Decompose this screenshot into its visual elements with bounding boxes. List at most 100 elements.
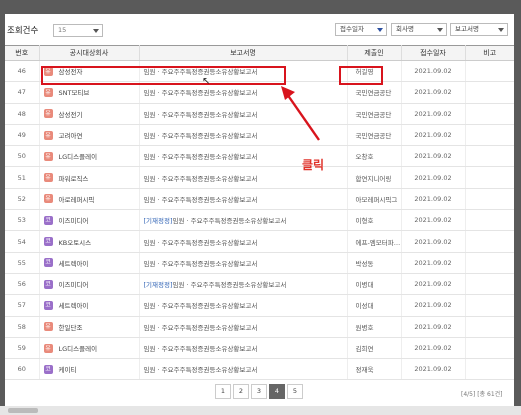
submitter-cell[interactable]: 합연지니어링 bbox=[347, 166, 402, 189]
date-cell: 2021.09.02 bbox=[401, 294, 466, 317]
page-button-1[interactable]: 1 bbox=[215, 384, 231, 399]
report-link[interactable]: 임원 · 주요주주특정증권등소유상황보고서 bbox=[144, 153, 258, 161]
page-button-3[interactable]: 3 bbox=[251, 384, 267, 399]
report-link[interactable]: 임원 · 주요주주특정증권등소유상황보고서 bbox=[173, 281, 287, 289]
note-cell bbox=[465, 230, 514, 253]
company-cell: 유 아로레퍼시픽 bbox=[39, 188, 140, 211]
market-badge-icon: 유 bbox=[43, 109, 53, 119]
company-link[interactable]: 고려아연 bbox=[59, 132, 83, 140]
report-link[interactable]: 임원 · 주요주주특정증권등소유상황보고서 bbox=[144, 89, 258, 97]
report-link[interactable]: 임원 · 주요주주특정증권등소유상황보고서 bbox=[144, 132, 258, 140]
note-cell bbox=[465, 81, 514, 104]
market-badge-icon: 코 bbox=[43, 364, 53, 374]
company-link[interactable]: 이즈미디어 bbox=[59, 281, 89, 289]
header-note: 비고 bbox=[465, 45, 514, 61]
table-row[interactable]: 48 유 삼성전기 임원 · 주요주주특정증권등소유상황보고서 국민연금공단 2021.0… bbox=[5, 103, 514, 125]
submitter-cell[interactable]: 원병호 bbox=[347, 316, 402, 338]
market-badge-icon: 코 bbox=[43, 300, 53, 310]
date-cell: 2021.09.02 bbox=[401, 209, 466, 232]
date-cell: 2021.09.02 bbox=[401, 358, 466, 381]
company-link[interactable]: 케이티 bbox=[59, 366, 77, 374]
row-number: 47 bbox=[5, 81, 40, 104]
company-cell: 유 LG디스플레이 bbox=[39, 337, 140, 360]
table-row[interactable]: 49 유 고려아연 임원 · 주요주주특정증권등소유상황보고서 국민연금공단 2021.0… bbox=[5, 124, 514, 147]
sort-by-date-select[interactable]: 접수일자 bbox=[335, 23, 387, 36]
table-row[interactable]: 59 유 LG디스플레이 임원 · 주요주주특정증권등소유상황보고서 김희연 2021.0… bbox=[5, 337, 514, 360]
company-link[interactable]: LG디스플레이 bbox=[59, 153, 98, 161]
company-link[interactable]: SNT모티브 bbox=[59, 89, 90, 97]
company-link[interactable]: 삼성전기 bbox=[59, 111, 83, 119]
company-link[interactable]: LG디스플레이 bbox=[59, 345, 98, 353]
horizontal-scrollbar[interactable] bbox=[0, 406, 521, 415]
table-row[interactable]: 52 유 아로레퍼시픽 임원 · 주요주주특정증권등소유상황보고서 아모레퍼시픽그 202… bbox=[5, 188, 514, 211]
date-cell: 2021.09.02 bbox=[401, 166, 466, 189]
date-cell: 2021.09.02 bbox=[401, 145, 466, 168]
table-row[interactable]: 56 코 이즈미디어 [기재정정]임원 · 주요주주특정증권등소유상황보고서 이병대 20… bbox=[5, 273, 514, 296]
submitter-cell[interactable]: 이성대 bbox=[347, 294, 402, 317]
note-cell bbox=[465, 124, 514, 147]
report-link[interactable]: 임원 · 주요주주특정증권등소유상황보고서 bbox=[144, 196, 258, 204]
company-cell: 코 세트렉아이 bbox=[39, 252, 140, 274]
company-link[interactable]: 세트렉아이 bbox=[59, 260, 89, 268]
company-link[interactable]: 파워로직스 bbox=[59, 175, 89, 183]
report-link[interactable]: 임원 · 주요주주특정증권등소유상황보고서 bbox=[144, 111, 258, 119]
note-cell bbox=[465, 60, 514, 83]
result-count-select[interactable]: 15 bbox=[53, 24, 103, 37]
company-link[interactable]: 한일단조 bbox=[59, 324, 83, 332]
report-link[interactable]: 임원 · 주요주주특정증권등소유상황보고서 bbox=[144, 302, 258, 310]
disclosure-list-page: 조회건수 15 접수일자 회사명 보고서명 번호 공시대상회사 보고서명 제출인… bbox=[5, 14, 514, 406]
submitter-cell[interactable]: 에프-엠모터파… bbox=[347, 230, 402, 253]
table-row[interactable]: 54 코 KB오토시스 임원 · 주요주주특정증권등소유상황보고서 에프-엠모터파… 20… bbox=[5, 230, 514, 253]
table-row[interactable]: 57 코 세트렉아이 임원 · 주요주주특정증권등소유상황보고서 이성대 2021.09.… bbox=[5, 294, 514, 317]
highlight-box-first-row bbox=[41, 66, 286, 85]
table-header-row: 번호 공시대상회사 보고서명 제출인 접수일자 비고 bbox=[5, 45, 514, 61]
submitter-cell[interactable]: 이형호 bbox=[347, 209, 402, 232]
header-date: 접수일자 bbox=[401, 45, 466, 61]
sort-by-company-select[interactable]: 회사명 bbox=[391, 23, 447, 36]
submitter-cell[interactable]: 이병대 bbox=[347, 273, 402, 296]
report-link[interactable]: 임원 · 주요주주특정증권등소유상황보고서 bbox=[144, 260, 258, 268]
row-number: 55 bbox=[5, 252, 40, 274]
submitter-cell[interactable]: 오창호 bbox=[347, 145, 402, 168]
company-cell: 코 이즈미디어 bbox=[39, 273, 140, 296]
submitter-cell[interactable]: 국민연금공단 bbox=[347, 124, 402, 147]
company-link[interactable]: 세트렉아이 bbox=[59, 302, 89, 310]
report-link[interactable]: 임원 · 주요주주특정증권등소유상황보고서 bbox=[144, 239, 258, 247]
submitter-cell[interactable]: 정재욱 bbox=[347, 358, 402, 381]
page-button-4-current[interactable]: 4 bbox=[269, 384, 285, 399]
submitter-cell[interactable]: 김희연 bbox=[347, 337, 402, 360]
report-link[interactable]: 임원 · 주요주주특정증권등소유상황보고서 bbox=[173, 217, 287, 225]
company-cell: 코 KB오토시스 bbox=[39, 230, 140, 253]
date-cell: 2021.09.02 bbox=[401, 273, 466, 296]
submitter-cell[interactable]: 아모레퍼시픽그 bbox=[347, 188, 402, 211]
note-cell bbox=[465, 273, 514, 296]
submitter-cell[interactable]: 박성동 bbox=[347, 252, 402, 274]
company-cell: 유 고려아연 bbox=[39, 124, 140, 147]
header-report: 보고서명 bbox=[139, 45, 348, 61]
page-button-2[interactable]: 2 bbox=[233, 384, 249, 399]
table-row[interactable]: 60 코 케이티 임원 · 주요주주특정증권등소유상황보고서 정재욱 2021.09.02 bbox=[5, 358, 514, 381]
table-row[interactable]: 55 코 세트렉아이 임원 · 주요주주특정증권등소유상황보고서 박성동 2021.09.… bbox=[5, 252, 514, 274]
report-link[interactable]: 임원 · 주요주주특정증권등소유상황보고서 bbox=[144, 366, 258, 374]
company-cell: 코 이즈미디어 bbox=[39, 209, 140, 232]
company-link[interactable]: 이즈미디어 bbox=[59, 217, 89, 225]
company-link[interactable]: 아로레퍼시픽 bbox=[59, 196, 95, 204]
page-button-5[interactable]: 5 bbox=[287, 384, 303, 399]
note-cell bbox=[465, 316, 514, 338]
disclosure-table: 번호 공시대상회사 보고서명 제출인 접수일자 비고 46 유 삼성전자 임원 · 주… bbox=[5, 45, 514, 381]
company-link[interactable]: KB오토시스 bbox=[59, 239, 92, 247]
note-cell bbox=[465, 337, 514, 360]
report-link[interactable]: 임원 · 주요주주특정증권등소유상황보고서 bbox=[144, 345, 258, 353]
report-link[interactable]: 임원 · 주요주주특정증권등소유상황보고서 bbox=[144, 324, 258, 332]
row-number: 57 bbox=[5, 294, 40, 317]
sort-by-report-select[interactable]: 보고서명 bbox=[450, 23, 508, 36]
report-link[interactable]: 임원 · 주요주주특정증권등소유상황보고서 bbox=[144, 175, 258, 183]
table-row[interactable]: 50 유 LG디스플레이 임원 · 주요주주특정증권등소유상황보고서 오창호 2021.0… bbox=[5, 145, 514, 168]
table-row[interactable]: 53 코 이즈미디어 [기재정정]임원 · 주요주주특정증권등소유상황보고서 이형호 20… bbox=[5, 209, 514, 232]
sort-by-report-label: 보고서명 bbox=[455, 25, 479, 33]
table-row[interactable]: 51 유 파워로직스 임원 · 주요주주특정증권등소유상황보고서 합연지니어링 2021.… bbox=[5, 166, 514, 189]
submitter-cell[interactable]: 국민연금공단 bbox=[347, 103, 402, 125]
table-row[interactable]: 58 유 한일단조 임원 · 주요주주특정증권등소유상황보고서 원병호 2021.09.0… bbox=[5, 316, 514, 338]
scrollbar-thumb[interactable] bbox=[8, 408, 38, 413]
date-cell: 2021.09.02 bbox=[401, 103, 466, 125]
